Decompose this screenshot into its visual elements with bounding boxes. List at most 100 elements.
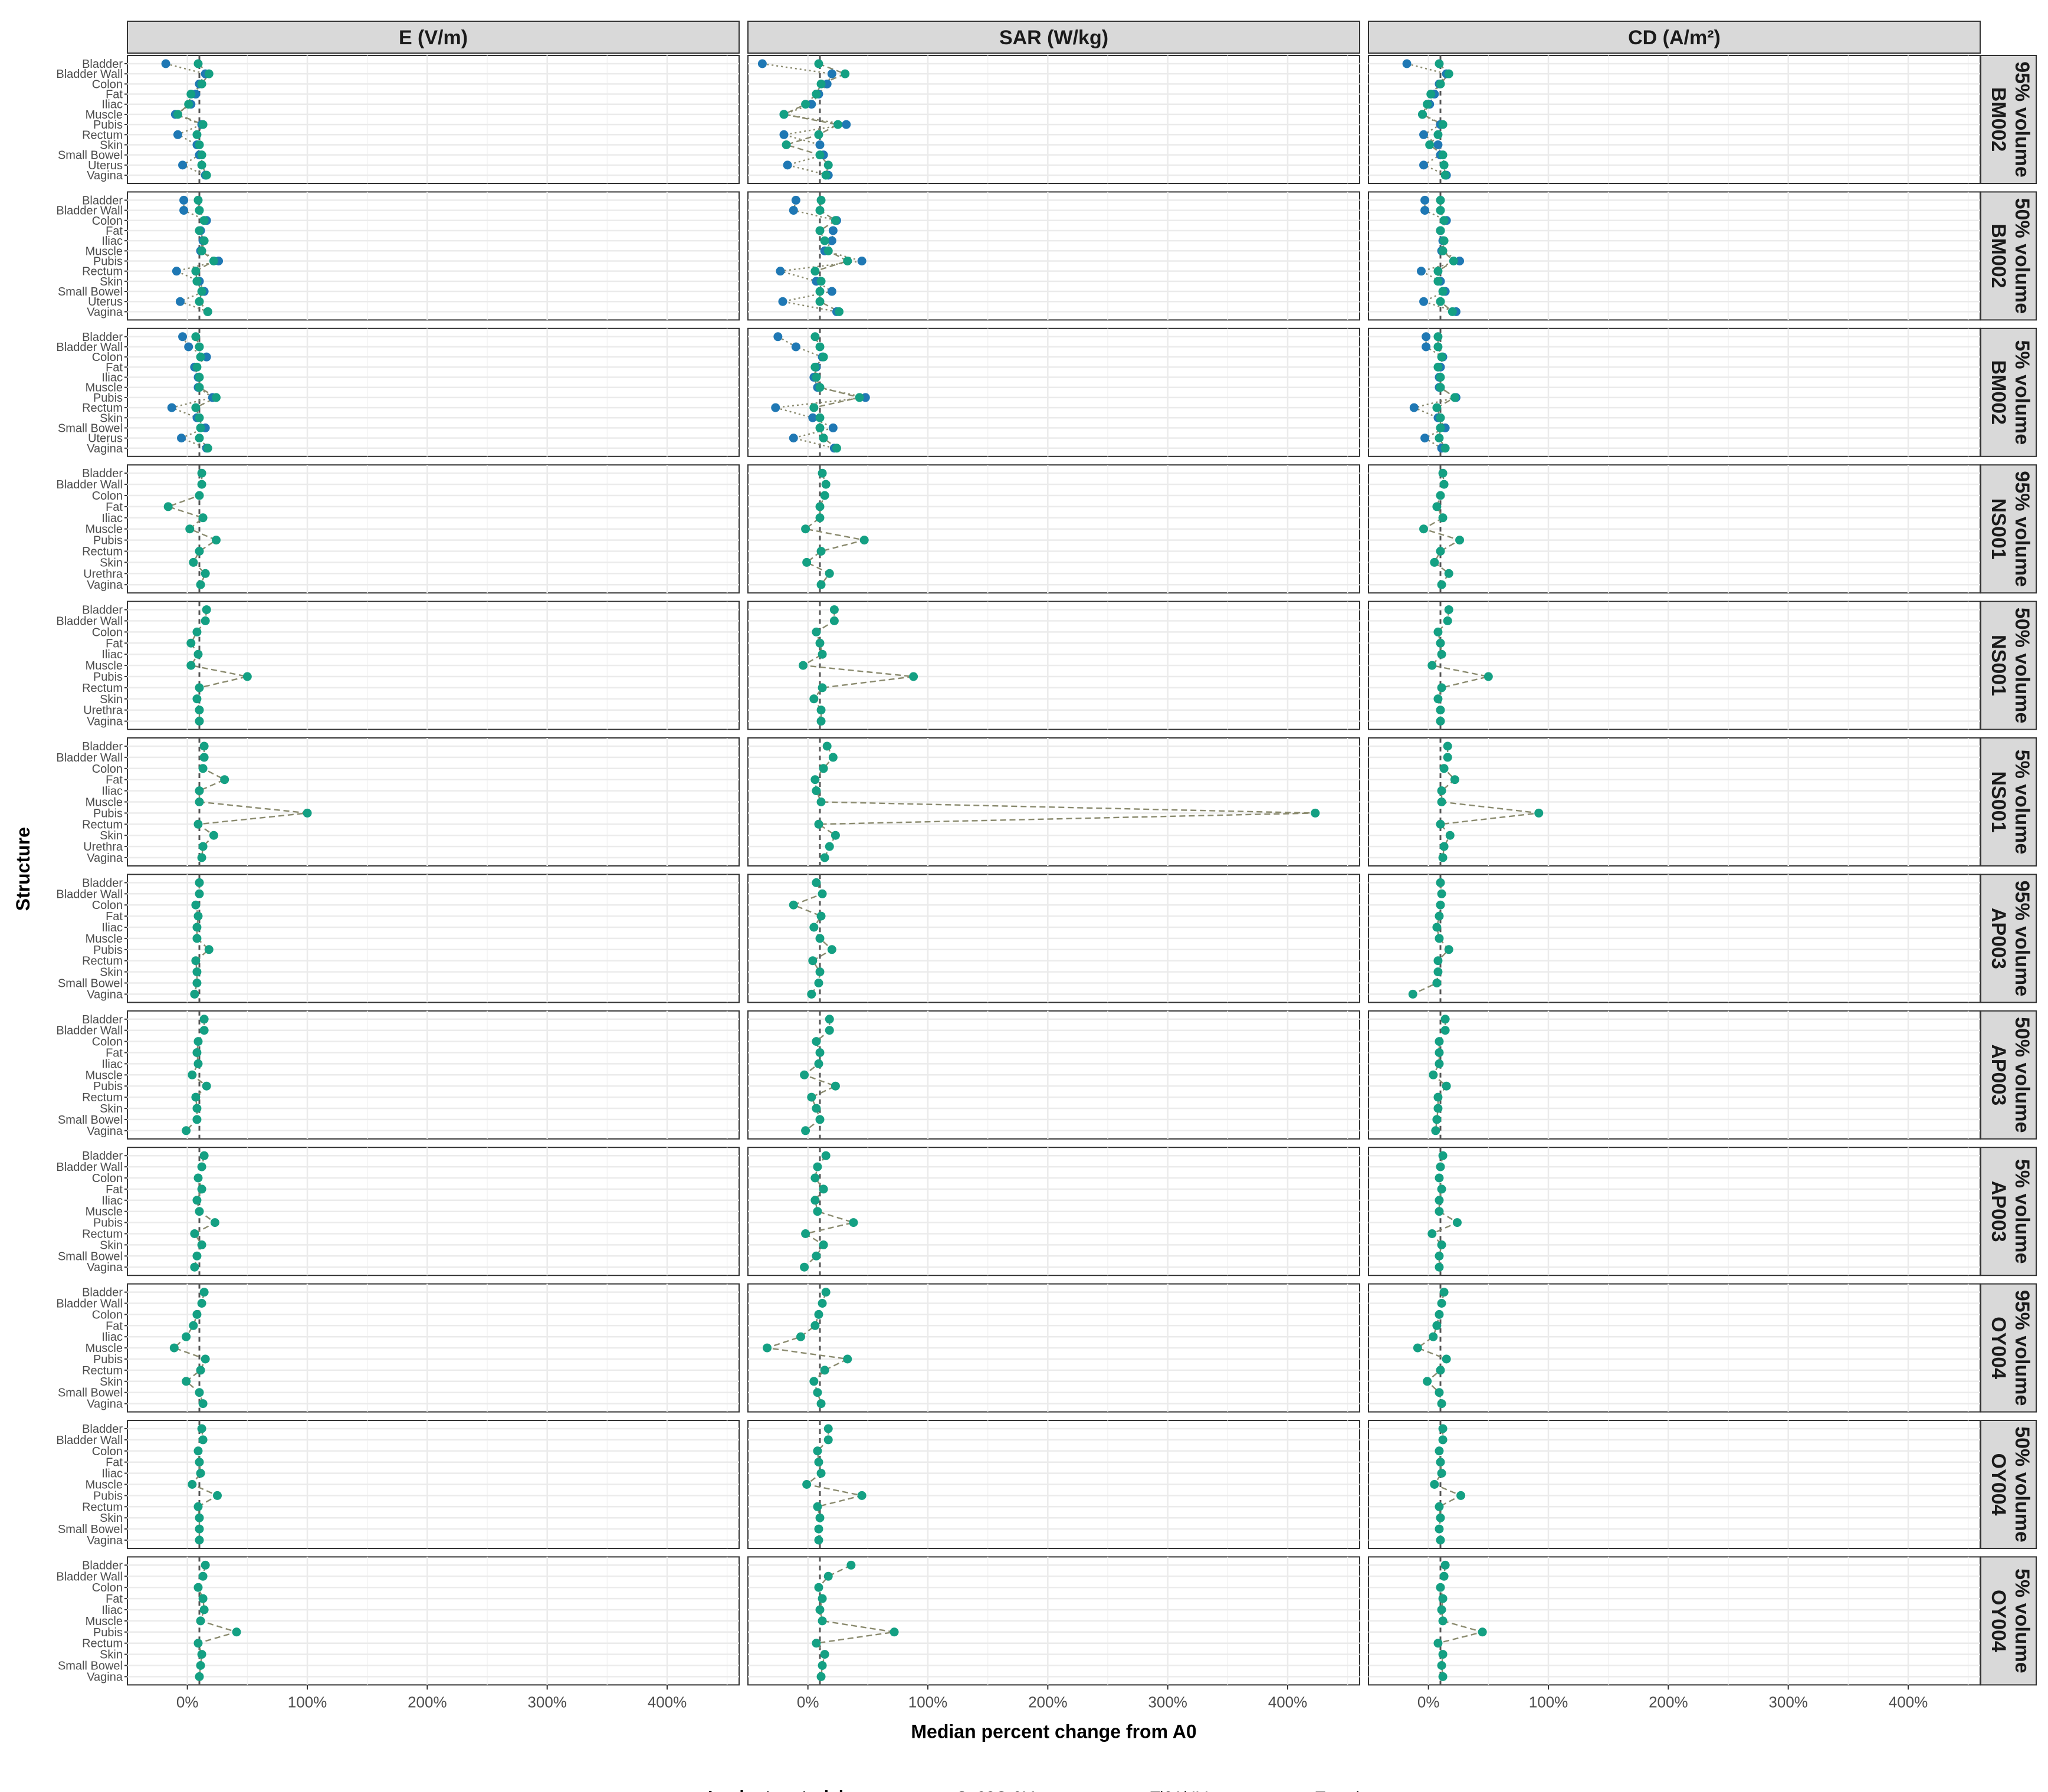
data-point-ti6al4v bbox=[179, 206, 189, 215]
data-point-tantalum bbox=[184, 100, 193, 109]
data-point-tantalum bbox=[815, 342, 825, 352]
data-point-tantalum bbox=[809, 1377, 819, 1386]
data-point-tantalum bbox=[819, 1184, 828, 1194]
data-point-tantalum bbox=[1439, 216, 1449, 225]
data-point-tantalum bbox=[242, 672, 252, 681]
row-strip-subject: BM002 bbox=[1987, 87, 2010, 152]
data-point-tantalum bbox=[818, 649, 827, 659]
data-point-tantalum bbox=[192, 1309, 202, 1319]
data-point-tantalum bbox=[1450, 775, 1459, 785]
data-point-tantalum bbox=[1437, 1661, 1446, 1670]
data-point-tantalum bbox=[192, 934, 202, 943]
data-point-tantalum bbox=[816, 79, 826, 88]
data-point-tantalum bbox=[815, 513, 825, 523]
data-point-tantalum bbox=[195, 1513, 204, 1522]
data-point-tantalum bbox=[813, 1388, 822, 1397]
data-point-ti6al4v bbox=[1419, 297, 1429, 306]
data-point-tantalum bbox=[1433, 362, 1443, 372]
data-point-tantalum bbox=[841, 69, 850, 78]
data-point-tantalum bbox=[827, 945, 836, 954]
data-point-tantalum bbox=[1437, 1605, 1446, 1614]
data-point-tantalum bbox=[1435, 1207, 1444, 1216]
row-strip-subject: NS001 bbox=[1987, 498, 2010, 560]
data-point-tantalum bbox=[835, 307, 844, 316]
data-point-tantalum bbox=[1435, 1059, 1444, 1068]
panel bbox=[127, 191, 740, 321]
data-point-tantalum bbox=[201, 1560, 210, 1570]
data-point-tantalum bbox=[193, 1059, 203, 1068]
data-point-tantalum bbox=[1311, 808, 1320, 818]
data-point-tantalum bbox=[1439, 236, 1449, 245]
data-point-tantalum bbox=[1437, 683, 1446, 692]
data-point-tantalum bbox=[1456, 1491, 1466, 1500]
data-point-tantalum bbox=[814, 1535, 823, 1545]
x-tick-label: 200% bbox=[1028, 1693, 1068, 1711]
data-point-tantalum bbox=[198, 764, 208, 773]
data-point-tantalum bbox=[1438, 1594, 1448, 1603]
data-point-tantalum bbox=[820, 1650, 829, 1659]
data-point-tantalum bbox=[197, 468, 206, 478]
data-point-tantalum bbox=[833, 120, 842, 129]
data-point-tantalum bbox=[1435, 1502, 1444, 1511]
data-point-tantalum bbox=[815, 226, 825, 235]
row-strip-subject: BM002 bbox=[1987, 360, 2010, 425]
data-point-tantalum bbox=[810, 267, 820, 276]
panel bbox=[747, 55, 1360, 184]
data-point-tantalum bbox=[202, 170, 211, 180]
data-point-tantalum bbox=[809, 694, 819, 704]
row-strip-volume: 50% volume bbox=[2011, 608, 2033, 724]
data-point-tantalum bbox=[1444, 69, 1453, 78]
data-point-tantalum bbox=[1436, 297, 1445, 306]
data-point-tantalum bbox=[825, 1026, 834, 1035]
data-point-tantalum bbox=[825, 1015, 834, 1024]
legend-item-label: Tantalum bbox=[1315, 1788, 1383, 1792]
data-point-tantalum bbox=[814, 819, 823, 829]
data-point-tantalum bbox=[809, 403, 819, 412]
data-point-ti6al4v bbox=[1416, 267, 1426, 276]
data-point-tantalum bbox=[1430, 1480, 1439, 1489]
data-point-tantalum bbox=[303, 808, 312, 818]
data-point-tantalum bbox=[829, 616, 839, 625]
data-point-tantalum bbox=[209, 831, 218, 840]
data-point-tantalum bbox=[1427, 1229, 1437, 1238]
data-point-tantalum bbox=[816, 717, 826, 726]
data-point-tantalum bbox=[763, 1343, 772, 1353]
data-point-tantalum bbox=[1437, 1184, 1446, 1194]
data-point-tantalum bbox=[192, 1048, 202, 1057]
data-point-tantalum bbox=[812, 878, 821, 887]
data-point-tantalum bbox=[193, 1037, 203, 1046]
data-point-tantalum bbox=[818, 1616, 827, 1626]
row-strip-volume: 50% volume bbox=[2011, 198, 2033, 314]
data-point-tantalum bbox=[199, 1015, 209, 1024]
data-point-tantalum bbox=[195, 1524, 204, 1534]
data-point-tantalum bbox=[1433, 967, 1443, 977]
data-point-tantalum bbox=[820, 853, 829, 862]
data-point-tantalum bbox=[1436, 1583, 1445, 1592]
data-point-tantalum bbox=[193, 819, 203, 829]
data-point-tantalum bbox=[815, 206, 825, 215]
data-point-tantalum bbox=[815, 423, 825, 432]
data-point-tantalum bbox=[823, 160, 833, 170]
data-point-ti6al4v bbox=[828, 226, 838, 235]
data-point-tantalum bbox=[816, 797, 826, 806]
x-tick-label: 300% bbox=[1148, 1693, 1187, 1711]
data-point-tantalum bbox=[190, 1229, 199, 1238]
data-point-tantalum bbox=[186, 638, 196, 648]
data-point-tantalum bbox=[825, 842, 834, 851]
data-point-tantalum bbox=[195, 373, 204, 382]
data-point-tantalum bbox=[821, 170, 831, 180]
data-point-tantalum bbox=[815, 934, 825, 943]
data-point-tantalum bbox=[1435, 1251, 1444, 1261]
data-point-tantalum bbox=[1426, 90, 1436, 99]
data-point-tantalum bbox=[1438, 513, 1448, 523]
data-point-ti6al4v bbox=[815, 140, 825, 149]
data-point-ti6al4v bbox=[828, 423, 838, 432]
data-point-tantalum bbox=[815, 413, 825, 422]
data-point-ti6al4v bbox=[773, 332, 783, 342]
data-point-tantalum bbox=[195, 342, 204, 352]
data-point-tantalum bbox=[802, 1480, 812, 1489]
data-point-tantalum bbox=[823, 1424, 833, 1433]
data-point-tantalum bbox=[195, 434, 204, 443]
data-point-tantalum bbox=[822, 741, 832, 751]
data-point-tantalum bbox=[813, 1207, 822, 1216]
